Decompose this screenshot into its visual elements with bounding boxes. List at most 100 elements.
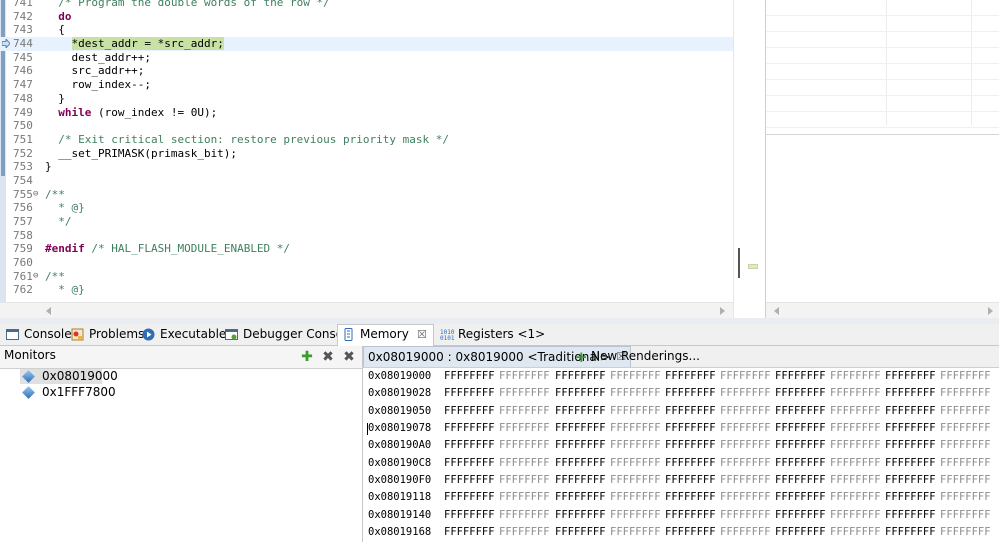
memory-cell[interactable]: FFFFFFFF bbox=[665, 385, 716, 402]
fold-toggle-icon[interactable]: ⊖ bbox=[33, 270, 38, 284]
memory-grid[interactable]: 0x08019000 FFFFFFFF FFFFFFFF FFFFFFFF FFFFFF… bbox=[363, 368, 999, 541]
memory-cell[interactable]: FFFFFFFF bbox=[499, 524, 550, 541]
memory-cell[interactable]: FFFFFFFF bbox=[775, 385, 826, 402]
memory-cell[interactable]: FFFFFFFF bbox=[555, 489, 606, 506]
memory-cell[interactable]: FFFFFFFF bbox=[940, 437, 991, 454]
memory-cell[interactable]: FFFFFFFF bbox=[610, 507, 661, 524]
memory-cell[interactable]: FFFFFFFF bbox=[885, 472, 936, 489]
memory-cell[interactable]: FFFFFFFF bbox=[775, 472, 826, 489]
memory-cell[interactable]: FFFFFFFF bbox=[665, 437, 716, 454]
memory-cell[interactable]: FFFFFFFF bbox=[830, 437, 881, 454]
memory-cell[interactable]: FFFFFFFF bbox=[940, 403, 991, 420]
close-icon[interactable]: ☒ bbox=[417, 325, 427, 344]
memory-cell[interactable]: FFFFFFFF bbox=[720, 489, 771, 506]
memory-row[interactable]: 0x08019118 FFFFFFFF FFFFFFFF FFFFFFFF FFFFFF… bbox=[363, 489, 999, 506]
memory-cell[interactable]: FFFFFFFF bbox=[499, 507, 550, 524]
memory-cell[interactable]: FFFFFFFF bbox=[830, 368, 881, 385]
tab-registers[interactable]: 1010 0101 Registers <1> bbox=[436, 325, 545, 344]
memory-row[interactable]: 0x08019168 FFFFFFFF FFFFFFFF FFFFFFFF FFFFFF… bbox=[363, 524, 999, 541]
memory-cell[interactable]: FFFFFFFF bbox=[555, 420, 606, 437]
memory-cell[interactable]: FFFFFFFF bbox=[940, 524, 991, 541]
memory-cell[interactable]: FFFFFFFF bbox=[444, 455, 495, 472]
code-line[interactable]: 754 bbox=[0, 174, 733, 188]
code-line[interactable]: 744 *dest_addr = *src_addr; bbox=[0, 37, 733, 51]
code-line[interactable]: 746 src_addr++; bbox=[0, 64, 733, 78]
code-line[interactable]: 761 ⊖/** bbox=[0, 270, 733, 284]
memory-cell[interactable]: FFFFFFFF bbox=[775, 403, 826, 420]
code-line[interactable]: 745 dest_addr++; bbox=[0, 51, 733, 65]
memory-cell[interactable]: FFFFFFFF bbox=[885, 368, 936, 385]
memory-cell[interactable]: FFFFFFFF bbox=[830, 420, 881, 437]
code-line[interactable]: 756 * @} bbox=[0, 201, 733, 215]
memory-cell[interactable]: FFFFFFFF bbox=[665, 420, 716, 437]
scroll-right-arrow-icon[interactable] bbox=[720, 307, 725, 315]
memory-row[interactable]: 0x080190A0 FFFFFFFF FFFFFFFF FFFFFFFF FFFFFF… bbox=[363, 437, 999, 454]
memory-cell[interactable]: FFFFFFFF bbox=[610, 403, 661, 420]
code-line[interactable]: 741 /* Program the double words of the r… bbox=[0, 0, 733, 10]
editor-horizontal-scrollbar[interactable] bbox=[0, 302, 733, 319]
scroll-thumb[interactable] bbox=[738, 248, 740, 278]
memory-cell[interactable]: FFFFFFFF bbox=[610, 489, 661, 506]
code-line[interactable]: 751 /* Exit critical section: restore pr… bbox=[0, 133, 733, 147]
memory-cell[interactable]: FFFFFFFF bbox=[555, 437, 606, 454]
code-line[interactable]: 742 do bbox=[0, 10, 733, 24]
memory-cell[interactable]: FFFFFFFF bbox=[555, 472, 606, 489]
memory-cell[interactable]: FFFFFFFF bbox=[444, 507, 495, 524]
memory-cell[interactable]: FFFFFFFF bbox=[830, 472, 881, 489]
memory-cell[interactable]: FFFFFFFF bbox=[555, 368, 606, 385]
memory-cell[interactable]: FFFFFFFF bbox=[885, 524, 936, 541]
memory-cell[interactable]: FFFFFFFF bbox=[444, 420, 495, 437]
memory-cell[interactable]: FFFFFFFF bbox=[555, 385, 606, 402]
memory-cell[interactable]: FFFFFFFF bbox=[775, 524, 826, 541]
memory-cell[interactable]: FFFFFFFF bbox=[830, 489, 881, 506]
memory-cell[interactable]: FFFFFFFF bbox=[940, 455, 991, 472]
code-line[interactable]: 752 __set_PRIMASK(primask_bit); bbox=[0, 147, 733, 161]
code-line[interactable]: 760 bbox=[0, 256, 733, 270]
tab-memory[interactable]: Memory ☒ bbox=[337, 324, 434, 346]
memory-cell[interactable]: FFFFFFFF bbox=[775, 507, 826, 524]
memory-cell[interactable]: FFFFFFFF bbox=[444, 489, 495, 506]
memory-cell[interactable]: FFFFFFFF bbox=[775, 489, 826, 506]
memory-row[interactable]: 0x08019028 FFFFFFFF FFFFFFFF FFFFFFFF FFFFFF… bbox=[363, 385, 999, 402]
memory-row[interactable]: 0x08019050 FFFFFFFF FFFFFFFF FFFFFFFF FFFFFF… bbox=[363, 403, 999, 420]
tab-executables[interactable]: Executables bbox=[138, 325, 233, 344]
tab-problems[interactable]: Problems bbox=[67, 325, 144, 344]
memory-cell[interactable]: FFFFFFFF bbox=[555, 507, 606, 524]
code-line[interactable]: 747 row_index--; bbox=[0, 78, 733, 92]
new-renderings-tab[interactable]: + New Renderings... bbox=[571, 346, 700, 366]
memory-cell[interactable]: FFFFFFFF bbox=[444, 472, 495, 489]
memory-row[interactable]: 0x08019078 FFFFFFFF FFFFFFFF FFFFFFFF FFFFFF… bbox=[363, 420, 999, 437]
memory-cell[interactable]: FFFFFFFF bbox=[940, 489, 991, 506]
memory-cell[interactable]: FFFFFFFF bbox=[720, 385, 771, 402]
memory-cell[interactable]: FFFFFFFF bbox=[555, 455, 606, 472]
memory-cell[interactable]: FFFFFFFF bbox=[885, 437, 936, 454]
memory-cell[interactable]: FFFFFFFF bbox=[444, 524, 495, 541]
memory-cell[interactable]: FFFFFFFF bbox=[499, 455, 550, 472]
memory-cell[interactable]: FFFFFFFF bbox=[830, 507, 881, 524]
scroll-left-arrow-icon[interactable] bbox=[774, 307, 779, 315]
memory-cell[interactable]: FFFFFFFF bbox=[665, 368, 716, 385]
memory-cell[interactable]: FFFFFFFF bbox=[499, 489, 550, 506]
memory-cell[interactable]: FFFFFFFF bbox=[720, 437, 771, 454]
memory-cell[interactable]: FFFFFFFF bbox=[610, 420, 661, 437]
monitor-item[interactable]: 0x08019000 bbox=[20, 369, 118, 384]
add-monitor-button[interactable]: ✚ bbox=[299, 349, 315, 365]
memory-cell[interactable]: FFFFFFFF bbox=[610, 472, 661, 489]
memory-cell[interactable]: FFFFFFFF bbox=[885, 385, 936, 402]
memory-cell[interactable]: FFFFFFFF bbox=[499, 420, 550, 437]
memory-cell[interactable]: FFFFFFFF bbox=[720, 455, 771, 472]
memory-cell[interactable]: FFFFFFFF bbox=[940, 507, 991, 524]
memory-cell[interactable]: FFFFFFFF bbox=[555, 524, 606, 541]
memory-cell[interactable]: FFFFFFFF bbox=[885, 489, 936, 506]
code-line[interactable]: 743 { bbox=[0, 23, 733, 37]
right-horizontal-scrollbar[interactable] bbox=[766, 302, 999, 319]
memory-row[interactable]: 0x08019140 FFFFFFFF FFFFFFFF FFFFFFFF FFFFFF… bbox=[363, 507, 999, 524]
code-line[interactable]: 749 while (row_index != 0U); bbox=[0, 106, 733, 120]
memory-cell[interactable]: FFFFFFFF bbox=[720, 507, 771, 524]
tab-console[interactable]: Console bbox=[2, 325, 72, 344]
memory-cell[interactable]: FFFFFFFF bbox=[720, 368, 771, 385]
remove-monitor-button[interactable]: ✖ bbox=[320, 349, 336, 365]
memory-cell[interactable]: FFFFFFFF bbox=[830, 455, 881, 472]
memory-cell[interactable]: FFFFFFFF bbox=[665, 507, 716, 524]
overview-ruler-marker[interactable] bbox=[748, 264, 758, 269]
